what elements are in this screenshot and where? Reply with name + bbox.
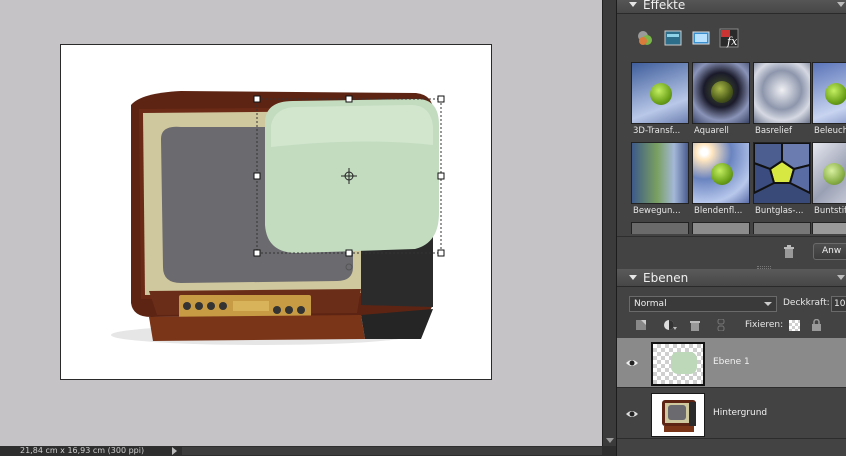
tv-image [111,91,445,345]
effect-thumb-bewegung[interactable]: Bewegun... [631,142,689,222]
blend-mode-select[interactable]: Normal [629,296,777,312]
effect-preview [692,62,750,124]
effect-label: Buntglas-... [755,206,804,216]
panel-menu-icon[interactable] [837,2,845,7]
layer-thumbnail [651,393,705,437]
effect-label: Bewegun... [633,206,681,216]
effect-thumb-blendenflecke[interactable]: Blendenfl... [692,142,750,222]
layers-panel-header[interactable]: Ebenen [617,269,846,287]
document-size: 21,84 cm x 16,93 cm (300 ppi) [20,446,145,455]
effects-footer: Anw [617,236,846,264]
effect-label: Buntstif [814,206,846,216]
layer-row-hintergrund[interactable]: Hintergrund [617,389,846,439]
document-canvas[interactable] [60,44,492,380]
canvas-area[interactable] [0,0,602,446]
effect-thumb-buntglas[interactable]: Buntglas-... [753,142,811,222]
collapse-icon[interactable] [629,2,637,7]
layer-row-ebene-1[interactable]: Ebene 1 [617,338,846,388]
blend-mode-value: Normal [634,299,667,309]
eye-icon[interactable] [625,407,639,421]
status-menu-arrow-icon[interactable] [172,447,177,455]
layer-thumb-shape [671,352,697,374]
layers-panel-title: Ebenen [643,271,689,285]
layer-name[interactable]: Hintergrund [713,408,767,418]
collapse-icon[interactable] [629,275,637,280]
effect-thumb-row3-3[interactable] [753,222,811,234]
layers-controls: Normal Deckkraft: 10 Fixieren: [617,290,846,336]
effect-thumb-row3-4[interactable] [812,222,846,234]
effect-label: Beleuch [814,126,846,136]
effect-label: Blendenfl... [694,206,743,216]
adjustment-layer-icon[interactable] [663,319,677,331]
fx-all-icon[interactable]: fx [719,28,739,48]
effects-thumbnail-grid: 3D-Transf... Aquarell Basrelief Beleuch … [617,58,846,234]
status-bar: 21,84 cm x 16,93 cm (300 ppi) [0,446,616,456]
effect-thumb-row3-1[interactable] [631,222,689,234]
scroll-down-icon[interactable] [606,438,614,443]
effect-thumb-3d-transform[interactable]: 3D-Transf... [631,62,689,142]
trash-icon[interactable] [783,245,795,258]
effects-panel-header[interactable]: Effekte [617,0,846,14]
effect-preview [812,142,846,204]
vertical-scrollbar[interactable] [602,0,616,446]
effect-preview [631,142,689,204]
effect-label: Aquarell [694,126,729,136]
apply-button[interactable]: Anw [813,243,846,260]
effects-toolbar: fx [617,20,846,56]
effect-thumb-buntstift[interactable]: Buntstif [812,142,846,222]
panel-menu-icon[interactable] [837,275,845,280]
effect-thumb-beleuchtung[interactable]: Beleuch [812,62,846,142]
panel-bin: Effekte fx 3D-Transf... Aquarell Basreli… [616,0,846,456]
horizontal-scrollbar[interactable] [182,447,602,455]
chevron-down-icon [764,302,772,306]
lock-transparency-icon[interactable] [789,320,800,331]
background-thumb-tv [662,400,696,432]
filters-icon[interactable] [691,28,711,48]
photo-effects-icon[interactable] [663,28,683,48]
delete-layer-icon[interactable] [689,319,701,331]
stained-glass-pattern [753,142,811,195]
eye-icon[interactable] [625,356,639,370]
layer-name[interactable]: Ebene 1 [713,357,750,367]
effect-preview [692,142,750,204]
effect-preview [631,62,689,124]
lock-icon[interactable] [811,319,822,331]
effect-label: Basrelief [755,126,792,136]
layer-thumbnail [651,342,705,386]
effect-label: 3D-Transf... [633,126,681,136]
effect-preview [753,142,811,204]
effect-preview [753,62,811,124]
opacity-input[interactable]: 10 [831,296,846,312]
svg-text:fx: fx [726,35,738,48]
new-layer-icon[interactable] [635,319,647,331]
lock-label: Fixieren: [745,320,784,330]
layer-styles-icon[interactable] [635,28,655,48]
effect-thumb-basrelief[interactable]: Basrelief [753,62,811,142]
effect-thumb-aquarell[interactable]: Aquarell [692,62,750,142]
effect-preview [812,62,846,124]
opacity-label: Deckkraft: [783,298,830,308]
link-layers-icon[interactable] [717,319,725,331]
effect-thumb-row3-2[interactable] [692,222,750,234]
effects-panel-title: Effekte [643,0,686,12]
